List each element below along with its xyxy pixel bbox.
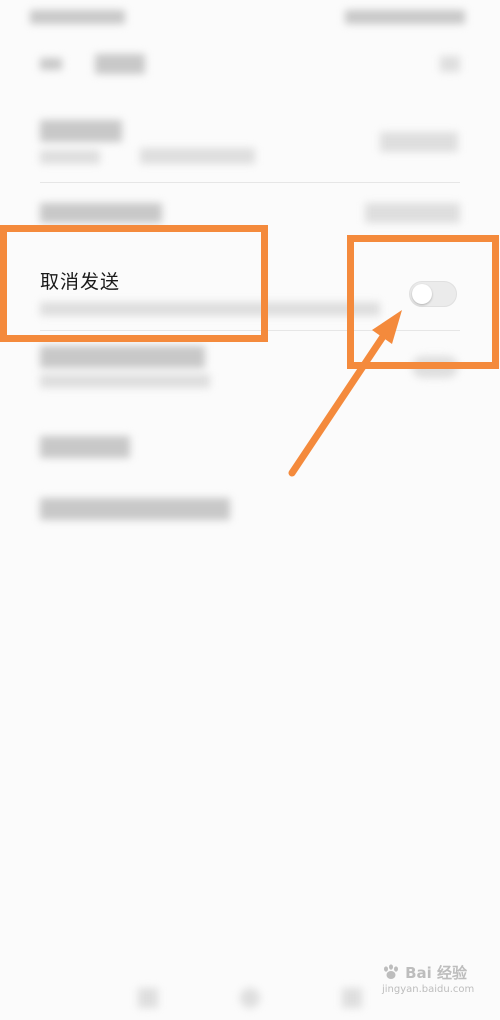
pointer-arrow bbox=[288, 310, 402, 477]
baidu-jingyan-watermark: Bai 经验 jingyan.baidu.com bbox=[382, 962, 474, 995]
watermark-url: jingyan.baidu.com bbox=[382, 984, 475, 995]
nav-home-icon[interactable] bbox=[240, 988, 260, 1008]
paw-icon bbox=[384, 964, 398, 979]
nav-back-icon[interactable] bbox=[138, 988, 158, 1008]
nav-recent-icon[interactable] bbox=[342, 988, 362, 1008]
watermark-brand: Bai 经验 bbox=[405, 964, 468, 982]
